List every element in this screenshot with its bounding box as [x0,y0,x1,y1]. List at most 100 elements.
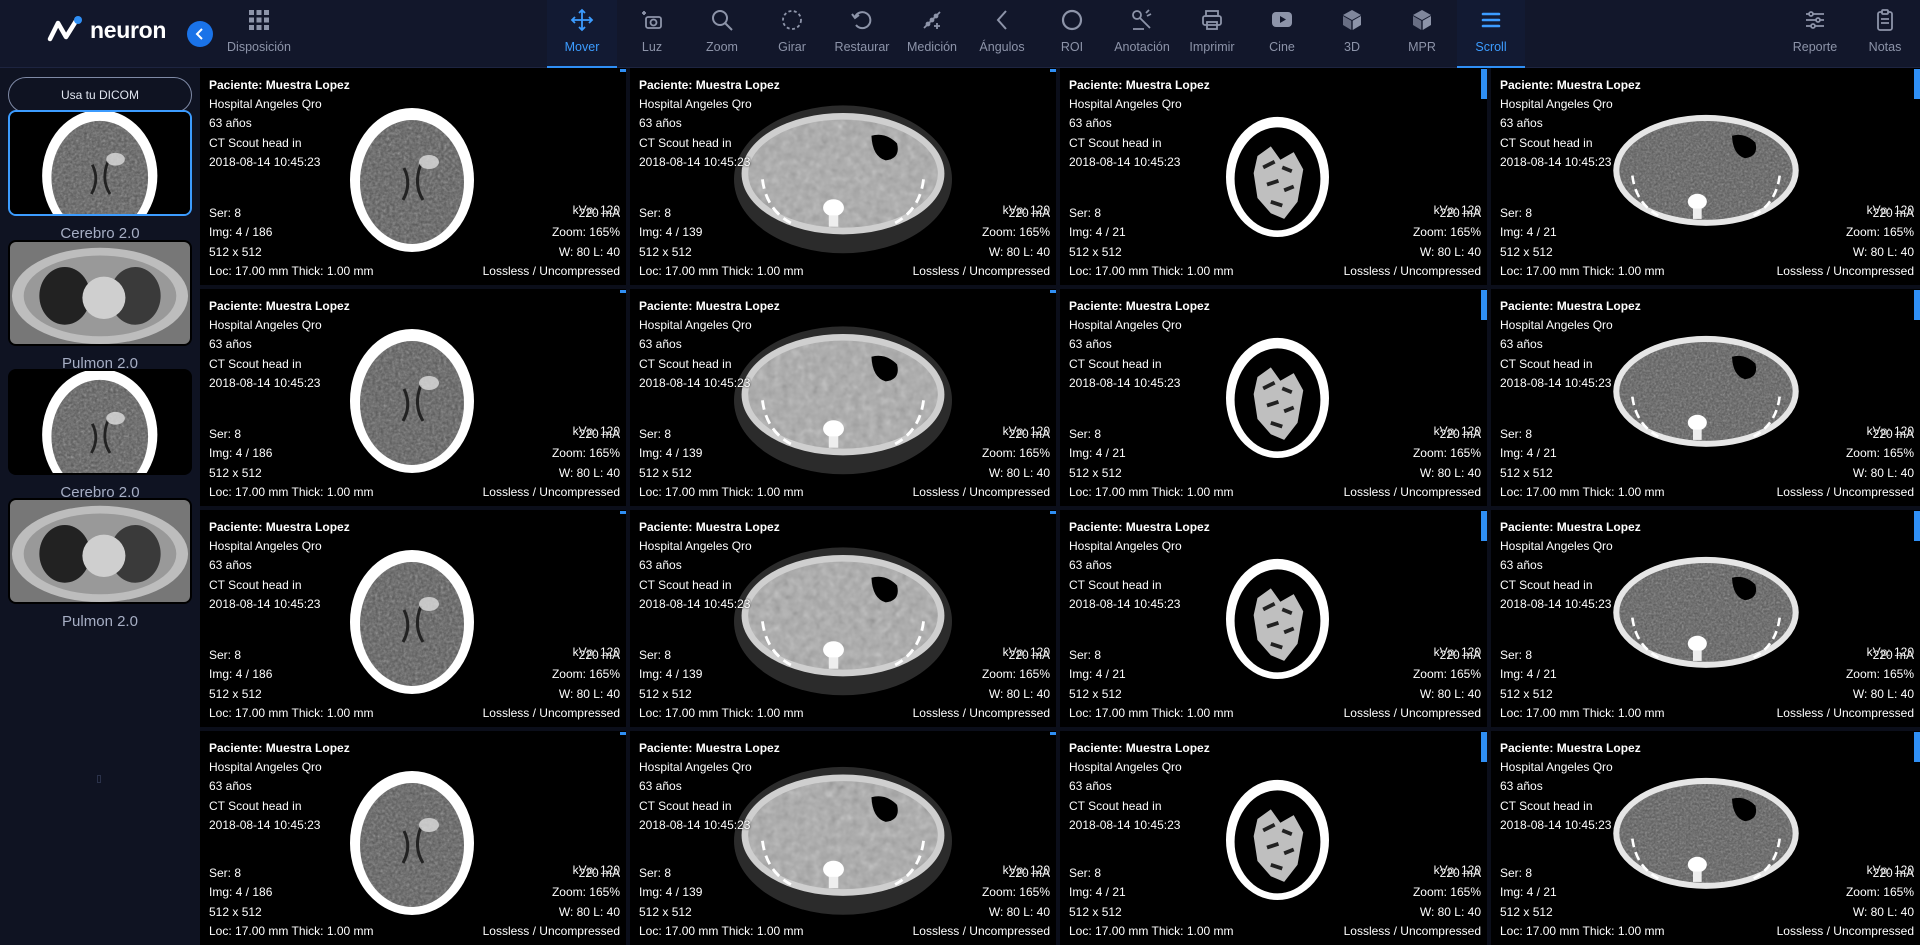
scroll-position-marker[interactable] [620,511,626,514]
scroll-position-marker[interactable] [620,69,626,72]
overlay-matrix: 512 x 512 [1069,244,1122,259]
overlay-zoom: Zoom: 165% [1845,667,1914,682]
image-viewport[interactable]: Paciente: Muestra Lopez Hospital Angeles … [630,731,1056,945]
scroll-position-marker[interactable] [1914,511,1920,541]
overlay-datetime: 2018-08-14 10:45:23 [209,817,321,832]
overlay-hospital: Hospital Angeles Qro [1069,539,1182,554]
tool-3d[interactable]: 3D [1317,0,1387,68]
tool-roi[interactable]: ROI [1037,0,1107,68]
scroll-position-marker[interactable] [1050,732,1056,735]
tool-cine[interactable]: Cine [1247,0,1317,68]
overlay-window: W: 80 L: 40 [1852,244,1914,259]
overlay-hospital: Hospital Angeles Qro [209,760,322,775]
overlay-zoom: Zoom: 165% [1845,225,1914,240]
tool-move[interactable]: Mover [547,0,617,68]
collapse-sidebar-button[interactable] [187,21,213,47]
overlay-top-left: Paciente: Muestra Lopez Hospital Angeles … [639,297,780,393]
studies-sidebar: Usa tu DICOM Cerebro 2.0 Pulmon 2.0 Cere… [0,68,200,945]
scroll-position-marker[interactable] [1914,732,1920,762]
scroll-position-marker[interactable] [1050,290,1056,293]
overlay-datetime: 2018-08-14 10:45:23 [209,596,321,611]
measure-icon [923,11,941,29]
report-button[interactable]: Reporte [1780,0,1850,68]
study-thumbnail[interactable] [8,240,192,346]
overlay-matrix: 512 x 512 [639,465,692,480]
study-item[interactable]: Pulmon 2.0 [8,240,192,372]
spine-ct-scan [1225,116,1330,238]
scroll-position-marker[interactable] [1914,69,1920,99]
tool-annotation[interactable]: Anotación [1107,0,1177,68]
study-thumbnail[interactable] [8,110,192,216]
image-viewport[interactable]: Paciente: Muestra Lopez Hospital Angeles … [630,68,1056,285]
image-viewport[interactable]: Paciente: Muestra Lopez Hospital Angeles … [200,289,626,506]
tool-light[interactable]: Luz [617,0,687,68]
image-viewport[interactable]: Paciente: Muestra Lopez Hospital Angeles … [1060,289,1487,506]
overlay-image-index: Img: 4 / 21 [1500,667,1557,682]
upload-dicom-button[interactable]: Usa tu DICOM [8,77,192,113]
scroll-position-marker[interactable] [620,290,626,293]
overlay-zoom: Zoom: 165% [1412,667,1481,682]
image-viewport[interactable]: Paciente: Muestra Lopez Hospital Angeles … [1491,289,1920,506]
overlay-bottom-right: 220 mA Zoom: 165% W: 80 L: 40 Lossless /… [1777,425,1914,502]
scroll-position-marker[interactable] [1481,511,1487,541]
scroll-position-marker[interactable] [620,732,626,735]
tool-measure[interactable]: Medición [897,0,967,68]
image-viewport[interactable]: Paciente: Muestra Lopez Hospital Angeles … [1060,68,1487,285]
overlay-window: W: 80 L: 40 [558,244,620,259]
scroll-position-marker[interactable] [1481,732,1487,762]
restore-icon [851,11,872,30]
scroll-position-marker[interactable] [1481,69,1487,99]
scroll-position-marker[interactable] [1050,69,1056,72]
overlay-matrix: 512 x 512 [1500,904,1553,919]
overlay-patient: Paciente: Muestra Lopez [1500,741,1641,755]
tool-zoom[interactable]: Zoom [687,0,757,68]
scroll-position-marker[interactable] [1481,290,1487,320]
layout-button[interactable]: Disposición [226,0,292,68]
tool-mpr[interactable]: MPR [1387,0,1457,68]
image-viewport[interactable]: Paciente: Muestra Lopez Hospital Angeles … [200,68,626,285]
scroll-position-marker[interactable] [1050,511,1056,514]
overlay-zoom: Zoom: 165% [1845,885,1914,900]
image-viewport[interactable]: Paciente: Muestra Lopez Hospital Angeles … [1491,731,1920,945]
overlay-location: Loc: 17.00 mm Thick: 1.00 mm [1500,705,1665,720]
overlay-hospital: Hospital Angeles Qro [1069,318,1182,333]
image-viewport[interactable]: Paciente: Muestra Lopez Hospital Angeles … [630,289,1056,506]
overlay-image-index: Img: 4 / 21 [1500,225,1557,240]
image-viewport[interactable]: Paciente: Muestra Lopez Hospital Angeles … [200,510,626,727]
overlay-top-left: Paciente: Muestra Lopez Hospital Angeles … [1069,739,1210,835]
scroll-position-marker[interactable] [1914,290,1920,320]
tool-rotate[interactable]: Girar [757,0,827,68]
image-viewport[interactable]: Paciente: Muestra Lopez Hospital Angeles … [1060,731,1487,945]
study-item[interactable]: Pulmon 2.0 [8,498,192,630]
tool-scroll[interactable]: Scroll [1457,0,1525,68]
tool-restore[interactable]: Restaurar [827,0,897,68]
mpr-icon [1413,10,1431,30]
tool-label: Girar [778,40,806,54]
study-thumbnail[interactable] [8,498,192,604]
image-viewport[interactable]: Paciente: Muestra Lopez Hospital Angeles … [1491,68,1920,285]
scroll-handle[interactable] [97,775,101,783]
notes-button[interactable]: Notas [1850,0,1920,68]
tool-label: Cine [1269,40,1295,54]
study-thumbnail[interactable] [8,369,192,475]
overlay-zoom: Zoom: 165% [551,225,620,240]
overlay-bottom-left: Ser: 8 Img: 4 / 21 512 x 512 Loc: 17.00 … [1069,204,1234,281]
overlay-datetime: 2018-08-14 10:45:23 [639,596,751,611]
tool-print[interactable]: Imprimir [1177,0,1247,68]
overlay-age: 63 años [1069,779,1112,794]
tool-label: MPR [1408,40,1436,54]
image-viewport[interactable]: Paciente: Muestra Lopez Hospital Angeles … [200,731,626,945]
image-viewport[interactable]: Paciente: Muestra Lopez Hospital Angeles … [1060,510,1487,727]
tool-label: Luz [641,40,663,54]
overlay-age: 63 años [1500,558,1543,573]
overlay-image-index: Img: 4 / 21 [1069,667,1126,682]
study-item[interactable]: Cerebro 2.0 [8,110,192,242]
study-item[interactable]: Cerebro 2.0 [8,369,192,501]
overlay-ma: 220 mA [1872,427,1914,442]
app-logo[interactable]: neuron [46,14,166,46]
image-viewport[interactable]: Paciente: Muestra Lopez Hospital Angeles … [1491,510,1920,727]
image-viewport[interactable]: Paciente: Muestra Lopez Hospital Angeles … [630,510,1056,727]
tool-angle[interactable]: Ángulos [967,0,1037,68]
overlay-zoom: Zoom: 165% [551,446,620,461]
overlay-bottom-right: 220 mA Zoom: 165% W: 80 L: 40 Lossless /… [1344,425,1481,502]
